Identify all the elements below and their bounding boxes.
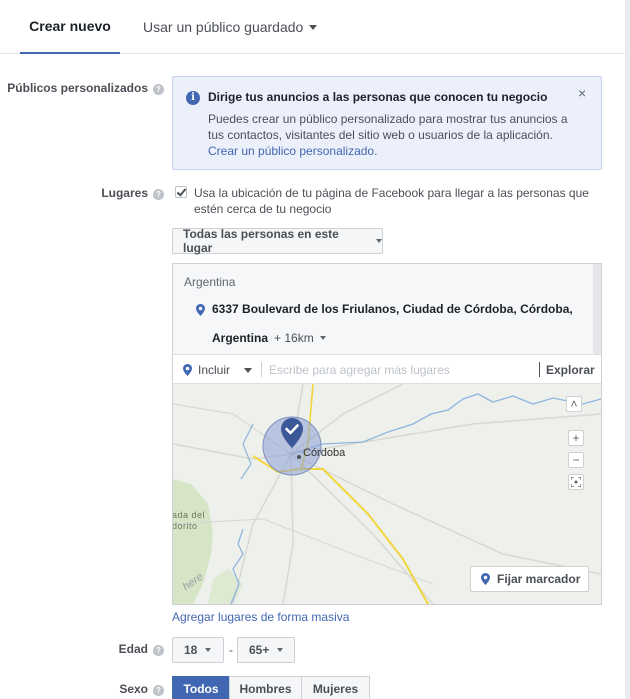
- map-pin-icon: [196, 304, 205, 316]
- include-dropdown[interactable]: Incluir: [183, 363, 253, 377]
- use-page-location-text: Usa la ubicación de tu página de Faceboo…: [194, 186, 589, 216]
- create-custom-audience-link[interactable]: Crear un público personalizado.: [208, 144, 377, 158]
- map-region-label-line2: dorito: [173, 521, 198, 531]
- location-map[interactable]: Córdoba ada del dorito here ˄ + − Fijar …: [173, 384, 601, 604]
- location-search-input[interactable]: [269, 360, 529, 380]
- radius-value: + 16km: [274, 331, 314, 345]
- radius-dropdown[interactable]: + 16km: [274, 331, 326, 345]
- chevron-down-icon: [319, 336, 326, 340]
- map-pin-icon: [183, 364, 192, 376]
- chevron-down-icon: [244, 367, 253, 373]
- places-label: Lugares?: [0, 186, 164, 200]
- location-list-scrollbar[interactable]: [593, 264, 601, 354]
- divider: [261, 362, 262, 377]
- chevron-down-icon: [205, 648, 212, 652]
- age-label-text: Edad: [118, 642, 148, 656]
- tab-create-new-label: Crear nuevo: [29, 18, 111, 34]
- info-body: Puedes crear un público personalizado pa…: [208, 111, 573, 159]
- close-icon[interactable]: ×: [578, 85, 586, 101]
- use-page-location-checkbox[interactable]: [175, 186, 187, 198]
- tab-use-saved-label: Usar un público guardado: [143, 19, 304, 35]
- pin-marker-label: Fijar marcador: [497, 572, 581, 586]
- divider: [539, 362, 540, 377]
- places-label-text: Lugares: [101, 186, 148, 200]
- location-search-row: Incluir Explorar: [173, 354, 601, 384]
- info-body-text: Puedes crear un público personalizado pa…: [208, 112, 568, 142]
- gender-option-all[interactable]: Todos: [172, 676, 230, 699]
- zoom-out-button[interactable]: −: [568, 452, 584, 468]
- tab-create-new[interactable]: Crear nuevo: [20, 0, 120, 54]
- location-address-line2: Argentina: [212, 331, 269, 345]
- info-icon: i: [186, 91, 200, 105]
- gender-option-men[interactable]: Hombres: [229, 676, 302, 699]
- explore-button[interactable]: Explorar: [546, 363, 595, 377]
- age-range-separator: -: [229, 643, 233, 657]
- help-icon[interactable]: ?: [153, 645, 164, 656]
- custom-audiences-label-text: Públicos personalizados: [7, 81, 148, 95]
- chevron-down-icon: [309, 24, 318, 30]
- country-heading: Argentina: [184, 275, 236, 289]
- gender-segmented-control: Todos Hombres Mujeres: [172, 676, 370, 699]
- location-marker-icon[interactable]: [281, 418, 303, 448]
- custom-audiences-label: Públicos personalizados?: [0, 81, 164, 95]
- map-region-label: ada del dorito: [173, 510, 205, 532]
- tab-bar: Crear nuevo Usar un público guardado: [0, 0, 625, 54]
- age-label: Edad?: [0, 642, 164, 656]
- location-panel: Argentina 6337 Boulevard de los Friulano…: [172, 263, 602, 605]
- help-icon[interactable]: ?: [153, 189, 164, 200]
- help-icon[interactable]: ?: [153, 685, 164, 696]
- map-collapse-icon[interactable]: ˄: [566, 396, 582, 412]
- chevron-down-icon: [376, 239, 382, 243]
- tab-use-saved-audience[interactable]: Usar un público guardado: [143, 0, 318, 54]
- recenter-button[interactable]: [568, 474, 584, 490]
- recenter-icon: [570, 476, 582, 488]
- map-region-label-line1: ada del: [173, 510, 206, 520]
- help-icon[interactable]: ?: [153, 84, 164, 95]
- gender-label-text: Sexo: [119, 682, 148, 696]
- chevron-down-icon: [277, 648, 284, 652]
- info-title: Dirige tus anuncios a las personas que c…: [208, 90, 548, 104]
- map-city-label: Córdoba: [303, 447, 346, 459]
- audience-location-type-dropdown[interactable]: Todas las personas en este lugar: [172, 227, 383, 255]
- audience-location-type-label: Todas las personas en este lugar: [183, 227, 339, 255]
- gender-label: Sexo?: [0, 682, 164, 696]
- bulk-add-locations-link[interactable]: Agregar lugares de forma masiva: [172, 610, 349, 624]
- page-scrollbar[interactable]: [625, 0, 630, 699]
- age-max-dropdown[interactable]: 65+: [237, 637, 295, 663]
- location-address-line1: 6337 Boulevard de los Friulanos, Ciudad …: [212, 302, 573, 316]
- age-min-dropdown[interactable]: 18: [172, 637, 224, 663]
- custom-audience-info-box: i Dirige tus anuncios a las personas que…: [172, 76, 602, 170]
- selected-locations-list: Argentina 6337 Boulevard de los Friulano…: [173, 264, 601, 354]
- gender-option-women[interactable]: Mujeres: [301, 676, 370, 699]
- age-min-value: 18: [184, 643, 198, 657]
- map-pin-icon: [481, 573, 490, 585]
- age-max-value: 65+: [249, 643, 270, 657]
- include-label: Incluir: [198, 363, 231, 377]
- pin-marker-button[interactable]: Fijar marcador: [470, 566, 589, 592]
- zoom-in-button[interactable]: +: [568, 430, 584, 446]
